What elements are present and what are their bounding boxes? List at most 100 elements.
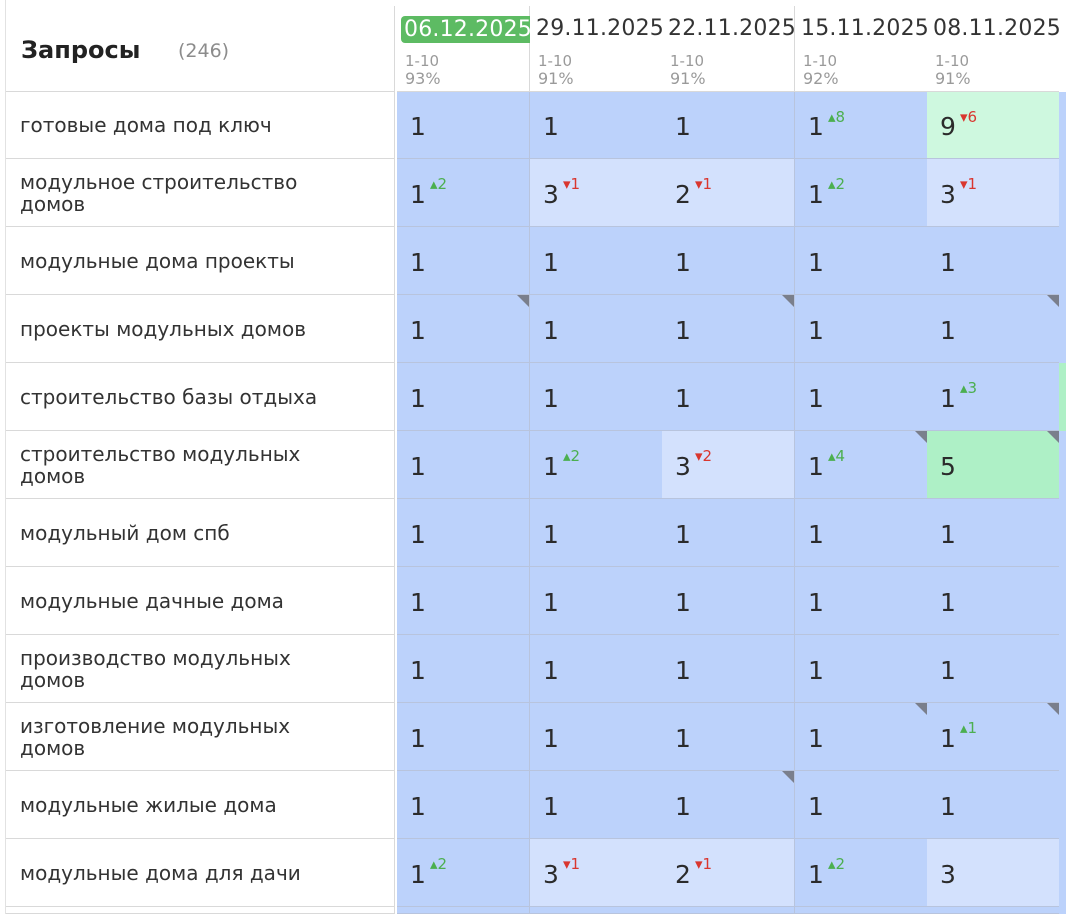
position-cell[interactable]: 5	[927, 431, 1060, 499]
position-cell[interactable]: 1	[530, 635, 663, 703]
position-cell[interactable]: 1	[795, 295, 928, 363]
position-cell[interactable]: 1	[530, 295, 663, 363]
position-cell[interactable]: 1	[795, 567, 928, 635]
position-cell[interactable]: 1	[397, 499, 530, 567]
position-cell[interactable]: 1	[927, 295, 1060, 363]
position-cell[interactable]: 1	[530, 771, 663, 839]
position-cell[interactable]: 1	[662, 92, 795, 159]
position-cell[interactable]: 1	[530, 703, 663, 771]
position-value: 1	[808, 587, 824, 617]
position-cell[interactable]: 1	[397, 567, 530, 635]
position-cell[interactable]: 1	[662, 635, 795, 703]
position-cell[interactable]: 1	[662, 703, 795, 771]
query-text: модульный дом спб	[20, 520, 230, 545]
position-cell[interactable]: 1	[927, 771, 1060, 839]
note-corner-icon	[915, 703, 927, 715]
position-value: 1	[410, 315, 426, 345]
query-row-label[interactable]: изготовление модульных домов	[6, 703, 395, 771]
position-cell[interactable]: 1	[397, 295, 530, 363]
date-column-header[interactable]: 06.12.2025 1-10 93%	[397, 6, 535, 92]
query-row-label[interactable]: модульные жилые дома	[6, 771, 395, 839]
position-cell[interactable]: 1	[927, 567, 1060, 635]
next-date-cell-edge	[1059, 159, 1066, 227]
position-cell[interactable]: 1	[662, 567, 795, 635]
position-cell[interactable]: 2 ▾1	[662, 839, 795, 907]
position-cell[interactable]: 1	[795, 363, 928, 431]
position-cell[interactable]: 1 ▴3	[927, 363, 1060, 431]
date-column-header[interactable]: 15.11.2025 1-10 92%	[795, 6, 929, 92]
position-cell[interactable]: 1 ▴4	[795, 431, 928, 499]
position-cell[interactable]	[795, 907, 928, 914]
position-cell[interactable]: 1	[795, 635, 928, 703]
position-cell[interactable]	[927, 907, 1060, 914]
position-cell[interactable]: 1	[397, 363, 530, 431]
query-row-label[interactable]: строительство базы отдыха	[6, 363, 395, 431]
query-row-label[interactable]: готовые дома под ключ	[6, 92, 395, 159]
position-cell[interactable]	[530, 907, 663, 914]
position-cell[interactable]: 3 ▾2	[662, 431, 795, 499]
query-row-label[interactable]: модульный дом спб	[6, 499, 395, 567]
position-value: 1	[543, 587, 559, 617]
position-cell[interactable]: 2 ▾1	[662, 159, 795, 227]
position-cell[interactable]: 1	[530, 92, 663, 159]
position-cell[interactable]: 1	[397, 635, 530, 703]
position-value: 1	[543, 315, 559, 345]
position-cell[interactable]: 1	[397, 771, 530, 839]
date-column-header[interactable]: 29.11.2025 1-10 91%	[530, 6, 664, 92]
query-text: модульные дома для дачи	[20, 860, 301, 885]
position-cell[interactable]: 1	[662, 771, 795, 839]
position-cell[interactable]: 1	[662, 363, 795, 431]
position-cell[interactable]: 1	[530, 567, 663, 635]
query-row-label[interactable]: модульные дачные дома	[6, 567, 395, 635]
query-row-label[interactable]: модульные дома для дачи	[6, 839, 395, 907]
date-column-header[interactable]: 08.11.2025 1-10 91%	[927, 6, 1061, 92]
position-cell[interactable]: 3 ▾1	[530, 159, 663, 227]
position-cell[interactable]: 1	[927, 227, 1060, 295]
position-cell[interactable]: 1	[397, 92, 530, 159]
position-cell[interactable]: 1	[662, 227, 795, 295]
position-cell[interactable]: 1	[927, 635, 1060, 703]
query-row-label[interactable]: модульное строительство домов	[6, 159, 395, 227]
query-row-label[interactable]: проекты модульных домов	[6, 295, 395, 363]
position-cell[interactable]: 3	[927, 839, 1060, 907]
position-cell[interactable]: 1	[662, 295, 795, 363]
position-cell[interactable]: 1 ▴2	[795, 159, 928, 227]
position-cell[interactable]: 1	[530, 499, 663, 567]
delta-value: 2	[570, 447, 581, 465]
position-cell[interactable]: 1 ▴1	[927, 703, 1060, 771]
position-cell[interactable]: 1 ▴8	[795, 92, 928, 159]
position-cell[interactable]: 1	[530, 363, 663, 431]
position-cell[interactable]: 1	[397, 431, 530, 499]
date-column-header[interactable]: 22.11.2025 1-10 91%	[662, 6, 796, 92]
position-cell[interactable]: 1	[530, 227, 663, 295]
position-cell[interactable]: 3 ▾1	[927, 159, 1060, 227]
position-value: 1	[675, 383, 691, 413]
delta-value: 1	[570, 855, 581, 873]
position-cell[interactable]: 1 ▴2	[530, 431, 663, 499]
arrow-up-icon: ▴	[828, 175, 836, 193]
position-value: 1	[675, 111, 691, 141]
position-cell[interactable]: 1 ▴2	[795, 839, 928, 907]
position-cell[interactable]: 1	[795, 771, 928, 839]
position-value: 1	[940, 587, 956, 617]
queries-header[interactable]: Запросы (246)	[6, 6, 395, 92]
next-date-cell-edge	[1059, 499, 1066, 567]
query-row-label[interactable]: модульные дома проекты	[6, 227, 395, 295]
position-cell[interactable]: 1	[927, 499, 1060, 567]
position-cell[interactable]: 1	[795, 227, 928, 295]
position-cell[interactable]: 9 ▾6	[927, 92, 1060, 159]
position-cell[interactable]: 3 ▾1	[530, 839, 663, 907]
position-cell[interactable]: 1 ▴2	[397, 839, 530, 907]
position-cell[interactable]: 1	[397, 227, 530, 295]
query-row-label[interactable]: производство модульных домов	[6, 635, 395, 703]
position-cell[interactable]	[397, 907, 530, 914]
position-cell[interactable]: 1	[662, 499, 795, 567]
position-cell[interactable]: 1 ▴2	[397, 159, 530, 227]
position-cell[interactable]: 1	[795, 499, 928, 567]
position-cell[interactable]: 1	[397, 703, 530, 771]
query-row-label[interactable]	[6, 907, 395, 914]
query-row-label[interactable]: строительство модульных домов	[6, 431, 395, 499]
position-cell[interactable]	[662, 907, 795, 914]
position-cell[interactable]: 1	[795, 703, 928, 771]
next-date-cell-edge	[1059, 431, 1066, 499]
